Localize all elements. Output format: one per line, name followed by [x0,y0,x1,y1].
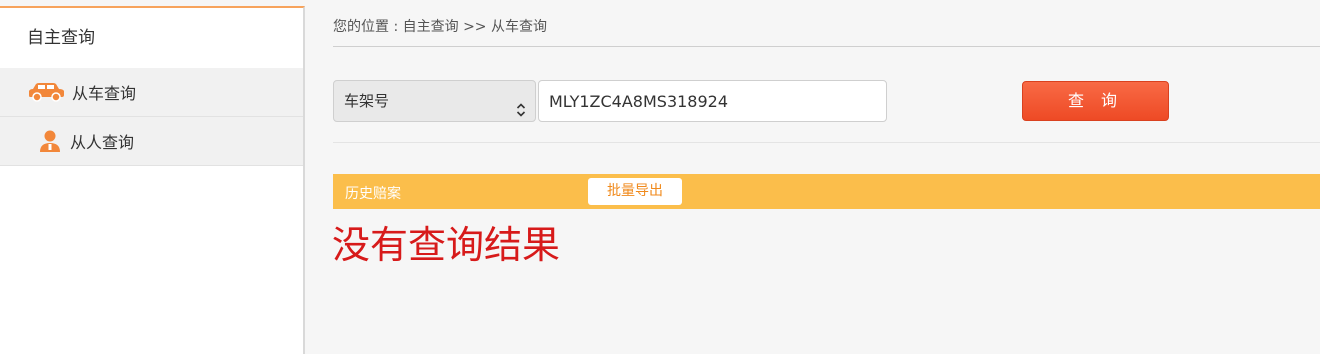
breadcrumb: 您的位置 : 自主查询 >> 从车查询 [333,19,547,35]
divider [333,46,1320,47]
sidebar-item-label: 从人查询 [70,133,135,152]
car-icon [26,81,66,103]
sidebar-item-car-query[interactable]: 从车查询 [0,68,303,117]
query-button[interactable]: 查 询 [1022,81,1169,121]
vin-input[interactable] [538,80,887,122]
history-label: 历史赔案 [345,186,401,202]
sidebar: 自主查询 从车查询 从人查询 [0,6,305,354]
select-chevron-icon [516,93,526,133]
sidebar-item-label: 从车查询 [72,84,137,103]
search-type-value: 车架号 [344,92,390,110]
person-icon [36,129,64,153]
divider [333,142,1320,143]
sidebar-title: 自主查询 [27,28,95,48]
no-result-message: 没有查询结果 [332,223,561,267]
sidebar-item-person-query[interactable]: 从人查询 [0,117,303,166]
history-bar: 历史赔案 批量导出 [333,174,1320,209]
search-type-select[interactable]: 车架号 [333,80,536,122]
batch-export-button[interactable]: 批量导出 [588,178,682,205]
